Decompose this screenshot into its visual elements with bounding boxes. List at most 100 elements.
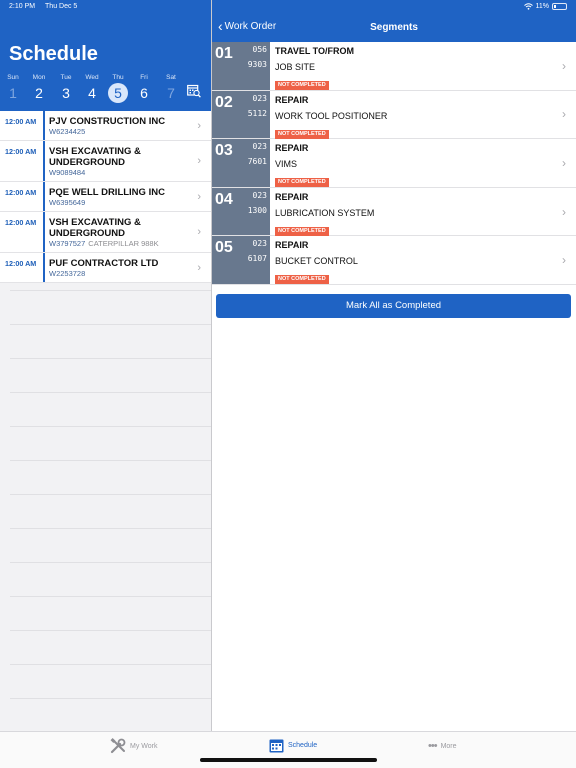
status-date: Thu Dec 5 [45, 3, 78, 10]
tab-schedule[interactable]: Schedule [269, 738, 317, 753]
segment-row[interactable]: 02 023 5112 REPAIR WORK TOOL POSITIONER … [212, 90, 576, 140]
status-badge: NOT COMPLETED [275, 226, 329, 236]
day-sat[interactable]: Sat 7 [158, 73, 184, 103]
segment-number-block: 03 023 7601 [212, 139, 270, 187]
divider [10, 426, 211, 427]
customer-name: PJV CONSTRUCTION INC [49, 116, 166, 127]
segment-component: WORK TOOL POSITIONER [275, 110, 388, 121]
list-item[interactable]: 12:00 AM VSH EXCAVATING & UNDERGROUND W9… [0, 141, 211, 182]
segment-number-block: 05 023 6107 [212, 236, 270, 284]
status-badge: NOT COMPLETED [275, 275, 329, 285]
item-time: 12:00 AM [5, 147, 37, 156]
chevron-right-icon: › [562, 155, 566, 170]
status-badge: NOT COMPLETED [275, 178, 329, 188]
divider [10, 664, 211, 665]
list-item[interactable]: 12:00 AM VSH EXCAVATING & UNDERGROUND W3… [0, 212, 211, 253]
segment-component: LUBRICATION SYSTEM [275, 207, 375, 218]
segment-component: JOB SITE [275, 62, 316, 72]
chevron-right-icon: › [197, 226, 201, 238]
battery-icon [552, 3, 567, 10]
chevron-right-icon: › [562, 58, 566, 73]
day-name: Fri [140, 74, 148, 81]
schedule-list: 12:00 AM PJV CONSTRUCTION INC W6234425 ›… [0, 111, 211, 283]
item-time: 12:00 AM [5, 188, 37, 197]
calendar-icon [269, 739, 284, 753]
work-order-number: W9089484 [49, 168, 86, 177]
job-code: 023 [252, 142, 267, 152]
day-number: 2 [35, 85, 43, 101]
status-time: 2:10 PM [9, 3, 36, 10]
day-tue[interactable]: Tue 3 [53, 73, 79, 103]
page-title: Segments [370, 22, 418, 33]
list-item[interactable]: 12:00 AM PJV CONSTRUCTION INC W6234425 › [0, 111, 211, 141]
segment-number-block: 01 056 9303 [212, 42, 270, 90]
day-number: 1 [9, 85, 17, 101]
status-bar-left: 2:10 PM Thu Dec 5 [9, 3, 77, 10]
component-code: 6107 [247, 254, 267, 264]
day-number: 3 [62, 85, 70, 101]
component-code: 5112 [247, 108, 267, 118]
job-code: 023 [252, 239, 267, 249]
item-time: 12:00 AM [5, 218, 37, 227]
chevron-right-icon: › [197, 119, 201, 132]
component-code: 7601 [247, 157, 267, 167]
list-item[interactable]: 12:00 AM PUF CONTRACTOR LTD W2253728 › [0, 253, 211, 283]
customer-name: VSH EXCAVATING & UNDERGROUND [49, 217, 141, 239]
day-name: Sat [166, 74, 176, 81]
timeline-bar [43, 141, 45, 181]
segment-number-block: 02 023 5112 [212, 90, 270, 139]
component-code: 1300 [247, 205, 267, 215]
day-thu[interactable]: Thu 5 [105, 73, 131, 103]
day-number: 4 [88, 85, 96, 101]
item-time: 12:00 AM [5, 259, 37, 268]
customer-name: PUF CONTRACTOR LTD [49, 258, 159, 269]
day-mon[interactable]: Mon 2 [26, 73, 52, 103]
job-code: 056 [252, 45, 267, 54]
segment-row[interactable]: 01 056 9303 TRAVEL TO/FROM JOB SITE NOT … [212, 42, 576, 91]
item-time: 12:00 AM [5, 117, 37, 126]
segment-number: 04 [215, 190, 233, 208]
list-item[interactable]: 12:00 AM PQE WELL DRILLING INC W6395649 … [0, 182, 211, 212]
segment-job: TRAVEL TO/FROM [275, 46, 355, 56]
segment-row[interactable]: 04 023 1300 REPAIR LUBRICATION SYSTEM NO… [212, 187, 576, 237]
tab-my-work[interactable]: My Work [110, 738, 157, 754]
divider [10, 392, 211, 393]
chevron-right-icon: › [197, 190, 201, 203]
tab-bar: My Work Schedule ••• More [0, 731, 576, 768]
day-name: Sun [7, 74, 19, 81]
day-wed[interactable]: Wed 4 [79, 73, 105, 103]
divider [10, 596, 211, 597]
divider [10, 630, 211, 631]
segment-number: 02 [215, 93, 233, 111]
tab-label: Schedule [288, 742, 318, 749]
calendar-search-icon[interactable] [187, 84, 201, 98]
wifi-icon [523, 3, 533, 10]
battery-percent: 11% [535, 3, 550, 10]
status-badge: NOT COMPLETED [275, 81, 329, 90]
segment-job: REPAIR [275, 94, 309, 105]
chevron-right-icon: › [562, 204, 566, 219]
timeline-bar [43, 253, 45, 282]
mark-all-completed-button[interactable]: Mark All as Completed [216, 294, 571, 318]
divider [10, 358, 211, 359]
job-code: 023 [252, 93, 267, 103]
day-fri[interactable]: Fri 6 [131, 73, 157, 103]
tools-icon [110, 738, 126, 754]
tab-more[interactable]: ••• More [428, 740, 457, 752]
job-code: 023 [252, 190, 267, 200]
divider [10, 324, 211, 325]
segment-row[interactable]: 03 023 7601 REPAIR VIMS NOT COMPLETED › [212, 139, 576, 188]
home-indicator [200, 758, 377, 762]
equipment-model: CATERPILLAR 988K [88, 239, 159, 248]
segment-job: REPAIR [275, 240, 309, 251]
chevron-right-icon: › [562, 253, 566, 268]
schedule-pane: 2:10 PM Thu Dec 5 Schedule Sun 1 Mon 2 T… [0, 0, 211, 731]
day-number: 7 [167, 85, 175, 101]
day-name: Wed [85, 74, 99, 81]
timeline-bar [43, 182, 45, 211]
day-sun[interactable]: Sun 1 [0, 73, 26, 103]
segment-row[interactable]: 05 023 6107 REPAIR BUCKET CONTROL NOT CO… [212, 236, 576, 285]
divider [10, 494, 211, 495]
divider [10, 460, 211, 461]
customer-name: PQE WELL DRILLING INC [49, 187, 165, 198]
